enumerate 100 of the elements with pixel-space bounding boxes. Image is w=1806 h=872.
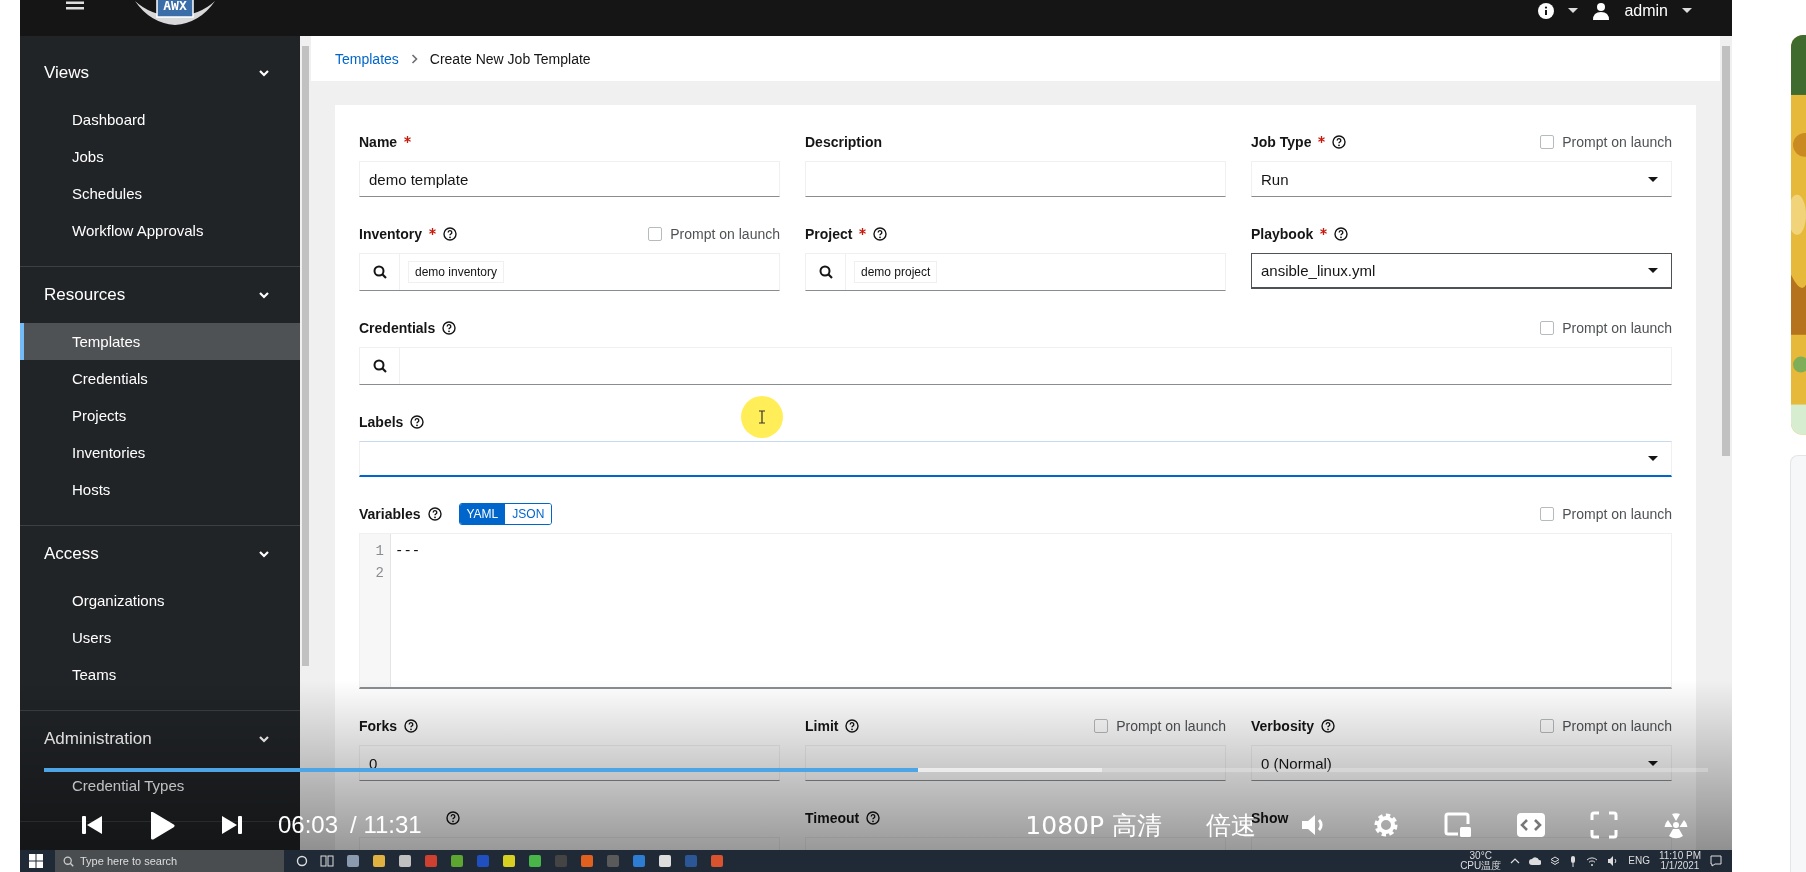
search-icon xyxy=(372,359,387,373)
nav-section-header[interactable]: Access xyxy=(20,536,300,572)
box-icon[interactable] xyxy=(1550,856,1561,866)
cloud-icon[interactable] xyxy=(1529,857,1542,865)
next-icon[interactable] xyxy=(220,813,244,837)
nav-item[interactable]: Dashboard xyxy=(20,101,300,138)
info-icon[interactable] xyxy=(1538,3,1555,19)
checkbox[interactable] xyxy=(648,227,663,241)
menu-icon[interactable] xyxy=(66,0,84,10)
caret-icon[interactable] xyxy=(1568,8,1579,14)
microphone-icon[interactable] xyxy=(1569,855,1578,867)
help-icon[interactable] xyxy=(845,719,860,733)
caret-icon xyxy=(1648,268,1658,273)
checkbox[interactable] xyxy=(1540,719,1555,733)
picture-in-picture-icon[interactable] xyxy=(1444,812,1472,838)
checkbox[interactable] xyxy=(1094,719,1109,733)
fullscreen-icon[interactable] xyxy=(1590,811,1618,839)
text-field[interactable] xyxy=(805,161,1226,197)
help-icon[interactable] xyxy=(442,321,457,335)
help-icon[interactable] xyxy=(404,719,419,733)
help-icon[interactable] xyxy=(1334,227,1349,241)
select-field[interactable]: 0 (Normal) xyxy=(1251,745,1672,781)
page-title: Create New Job Template xyxy=(429,50,591,67)
checkbox[interactable] xyxy=(1540,321,1555,335)
nav-section-header[interactable]: Resources xyxy=(20,277,300,313)
clock-time[interactable]: 11:10 PM xyxy=(1658,851,1701,861)
taskbar-search-field[interactable]: Type here to search xyxy=(55,850,284,872)
checkbox-label: Prompt on launch xyxy=(1562,718,1672,734)
user-icon xyxy=(1592,2,1611,20)
caret-icon xyxy=(1648,456,1658,461)
radiation-icon[interactable] xyxy=(1662,811,1690,839)
text-field[interactable]: demo template xyxy=(359,161,780,197)
lookup-control[interactable]: demo project xyxy=(805,253,1226,291)
nav-item[interactable]: Projects xyxy=(20,397,300,434)
checkbox[interactable] xyxy=(1540,507,1555,521)
wifi-icon[interactable] xyxy=(1586,856,1599,866)
nav-item[interactable]: Schedules xyxy=(20,175,300,212)
nav-item[interactable]: Hosts xyxy=(20,471,300,508)
checkbox-label: Prompt on launch xyxy=(670,226,780,242)
help-icon[interactable] xyxy=(1332,135,1347,149)
line-number: 2 xyxy=(374,564,385,583)
field-label: Variables xyxy=(359,506,421,522)
text-field[interactable] xyxy=(805,745,1226,781)
clock-date[interactable]: 1/1/2021 xyxy=(1660,861,1700,871)
nav-item[interactable]: Teams xyxy=(20,656,300,693)
app-icon[interactable] xyxy=(658,854,672,868)
previous-icon[interactable] xyxy=(80,813,104,837)
chevron-up-icon[interactable] xyxy=(1510,858,1521,864)
nav-item[interactable]: Users xyxy=(20,619,300,656)
play-icon[interactable] xyxy=(148,810,176,840)
select-field[interactable]: Run xyxy=(1251,161,1672,197)
nav-item[interactable]: Organizations xyxy=(20,582,300,619)
notification-icon[interactable] xyxy=(1710,855,1722,867)
select-field[interactable]: ansible_linux.yml xyxy=(1251,253,1672,289)
help-icon[interactable] xyxy=(446,811,460,825)
nav-item[interactable]: Credential Types xyxy=(20,767,300,804)
web-fullscreen-icon[interactable] xyxy=(1516,812,1546,838)
help-icon[interactable] xyxy=(873,227,888,241)
nav-section-header[interactable]: Views xyxy=(20,55,300,91)
code-editor[interactable]: 1 2 --- xyxy=(359,533,1672,689)
help-icon[interactable] xyxy=(866,811,881,825)
checkbox-label: Prompt on launch xyxy=(1562,320,1672,336)
cortana-icon[interactable] xyxy=(296,855,308,867)
app-icon[interactable] xyxy=(502,854,516,868)
lookup-control[interactable]: demo inventory xyxy=(359,253,780,291)
caret-icon[interactable] xyxy=(1682,8,1692,14)
field-label: Forks xyxy=(359,718,398,734)
field-label: Playbook xyxy=(1251,226,1314,242)
app-icon[interactable] xyxy=(450,854,464,868)
windows-icon[interactable] xyxy=(29,854,43,868)
field-label: Inventory xyxy=(359,226,422,242)
nav-item[interactable]: Templates xyxy=(20,323,300,360)
logo-text: AWX xyxy=(162,0,188,13)
checkbox-label: Prompt on launch xyxy=(1562,506,1672,522)
search-icon xyxy=(372,265,387,279)
breadcrumb-link[interactable]: Templates xyxy=(335,50,399,67)
user-menu[interactable]: admin xyxy=(1624,2,1668,20)
settings-icon[interactable] xyxy=(1372,811,1400,839)
nav-item[interactable]: Jobs xyxy=(20,138,300,175)
select-field[interactable] xyxy=(359,441,1672,477)
nav-item[interactable]: Workflow Approvals xyxy=(20,212,300,249)
field-label: Job Type xyxy=(1251,134,1312,150)
field-label: Timeout xyxy=(805,810,860,826)
field-label: Credentials xyxy=(359,320,436,336)
help-icon[interactable] xyxy=(1321,719,1336,733)
task-view-icon[interactable] xyxy=(320,855,334,867)
nav-item[interactable]: Inventories xyxy=(20,434,300,471)
format-toggle[interactable]: YAML xyxy=(459,504,506,524)
app-icon[interactable] xyxy=(346,854,360,868)
lookup-chip: demo inventory xyxy=(408,261,505,283)
help-icon[interactable] xyxy=(427,507,442,521)
language-indicator[interactable]: ENG xyxy=(1628,856,1650,866)
nav-item[interactable]: Credentials xyxy=(20,360,300,397)
help-icon[interactable] xyxy=(443,227,457,241)
help-icon[interactable] xyxy=(410,415,425,429)
text-cursor-icon xyxy=(758,410,766,424)
nav-section-header[interactable]: Administration xyxy=(20,721,300,757)
checkbox[interactable] xyxy=(1540,135,1555,149)
temperature-text: 30°C xyxy=(1469,851,1492,861)
field-label: Labels xyxy=(359,414,404,430)
